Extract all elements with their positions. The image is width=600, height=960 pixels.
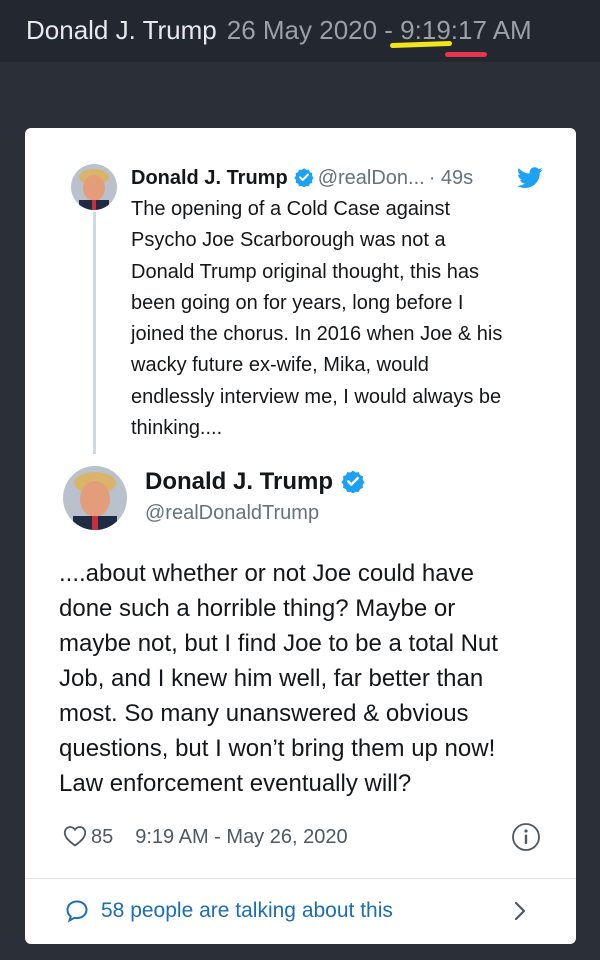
tweet-card: Donald J. Trump @realDon... · 49s The open… (25, 128, 576, 944)
quoted-tweet-age[interactable]: · 49s (429, 167, 473, 189)
heart-icon[interactable] (63, 825, 87, 847)
main-tweet-text: ....about whether or not Joe could have … (59, 560, 498, 797)
verified-badge-icon (341, 469, 365, 493)
info-icon[interactable] (511, 822, 541, 852)
quoted-tweet-header: Donald J. Trump @realDon... · 49s (131, 164, 551, 192)
avatar-image (71, 164, 117, 210)
quoted-tweet-handle[interactable]: @realDon... (318, 167, 425, 189)
top-bar-name: Donald J. Trump (26, 15, 217, 45)
screenshot-page: Donald J. Trump 26 May 2020 - 9:19:17 AM … (0, 0, 600, 960)
top-bar-title: Donald J. Trump 26 May 2020 - 9:19:17 AM (26, 14, 532, 46)
quoted-tweet-text: The opening of a Cold Case against Psych… (131, 198, 503, 440)
main-tweet-avatar[interactable] (63, 466, 127, 530)
main-tweet-name[interactable]: Donald J. Trump (145, 468, 333, 495)
yellow-underline-mark (389, 40, 453, 49)
main-tweet-name-row: Donald J. Trump (145, 466, 365, 498)
top-bar-timestamp: 26 May 2020 - 9:19:17 AM (226, 15, 532, 45)
verified-badge-icon (294, 167, 314, 187)
people-talking-link[interactable]: 58 people are talking about this (25, 879, 576, 944)
like-count: 85 (91, 826, 114, 848)
red-underline-mark (445, 52, 487, 57)
top-bar: Donald J. Trump 26 May 2020 - 9:19:17 AM (0, 0, 600, 62)
tweet-meta-row: 85 9:19 AM - May 26, 2020 (63, 822, 543, 852)
quoted-tweet-avatar[interactable] (71, 164, 117, 210)
tweet-timestamp[interactable]: 9:19 AM - May 26, 2020 (135, 826, 347, 848)
speech-bubble-icon (65, 899, 89, 923)
chevron-right-icon (513, 900, 527, 922)
quoted-tweet-name[interactable]: Donald J. Trump (131, 167, 288, 189)
twitter-bird-icon[interactable] (517, 167, 543, 189)
people-talking-label: 58 people are talking about this (101, 899, 393, 922)
avatar-image (63, 466, 127, 530)
main-tweet-handle[interactable]: @realDonaldTrump (145, 499, 319, 527)
thread-connector-line (93, 212, 96, 454)
